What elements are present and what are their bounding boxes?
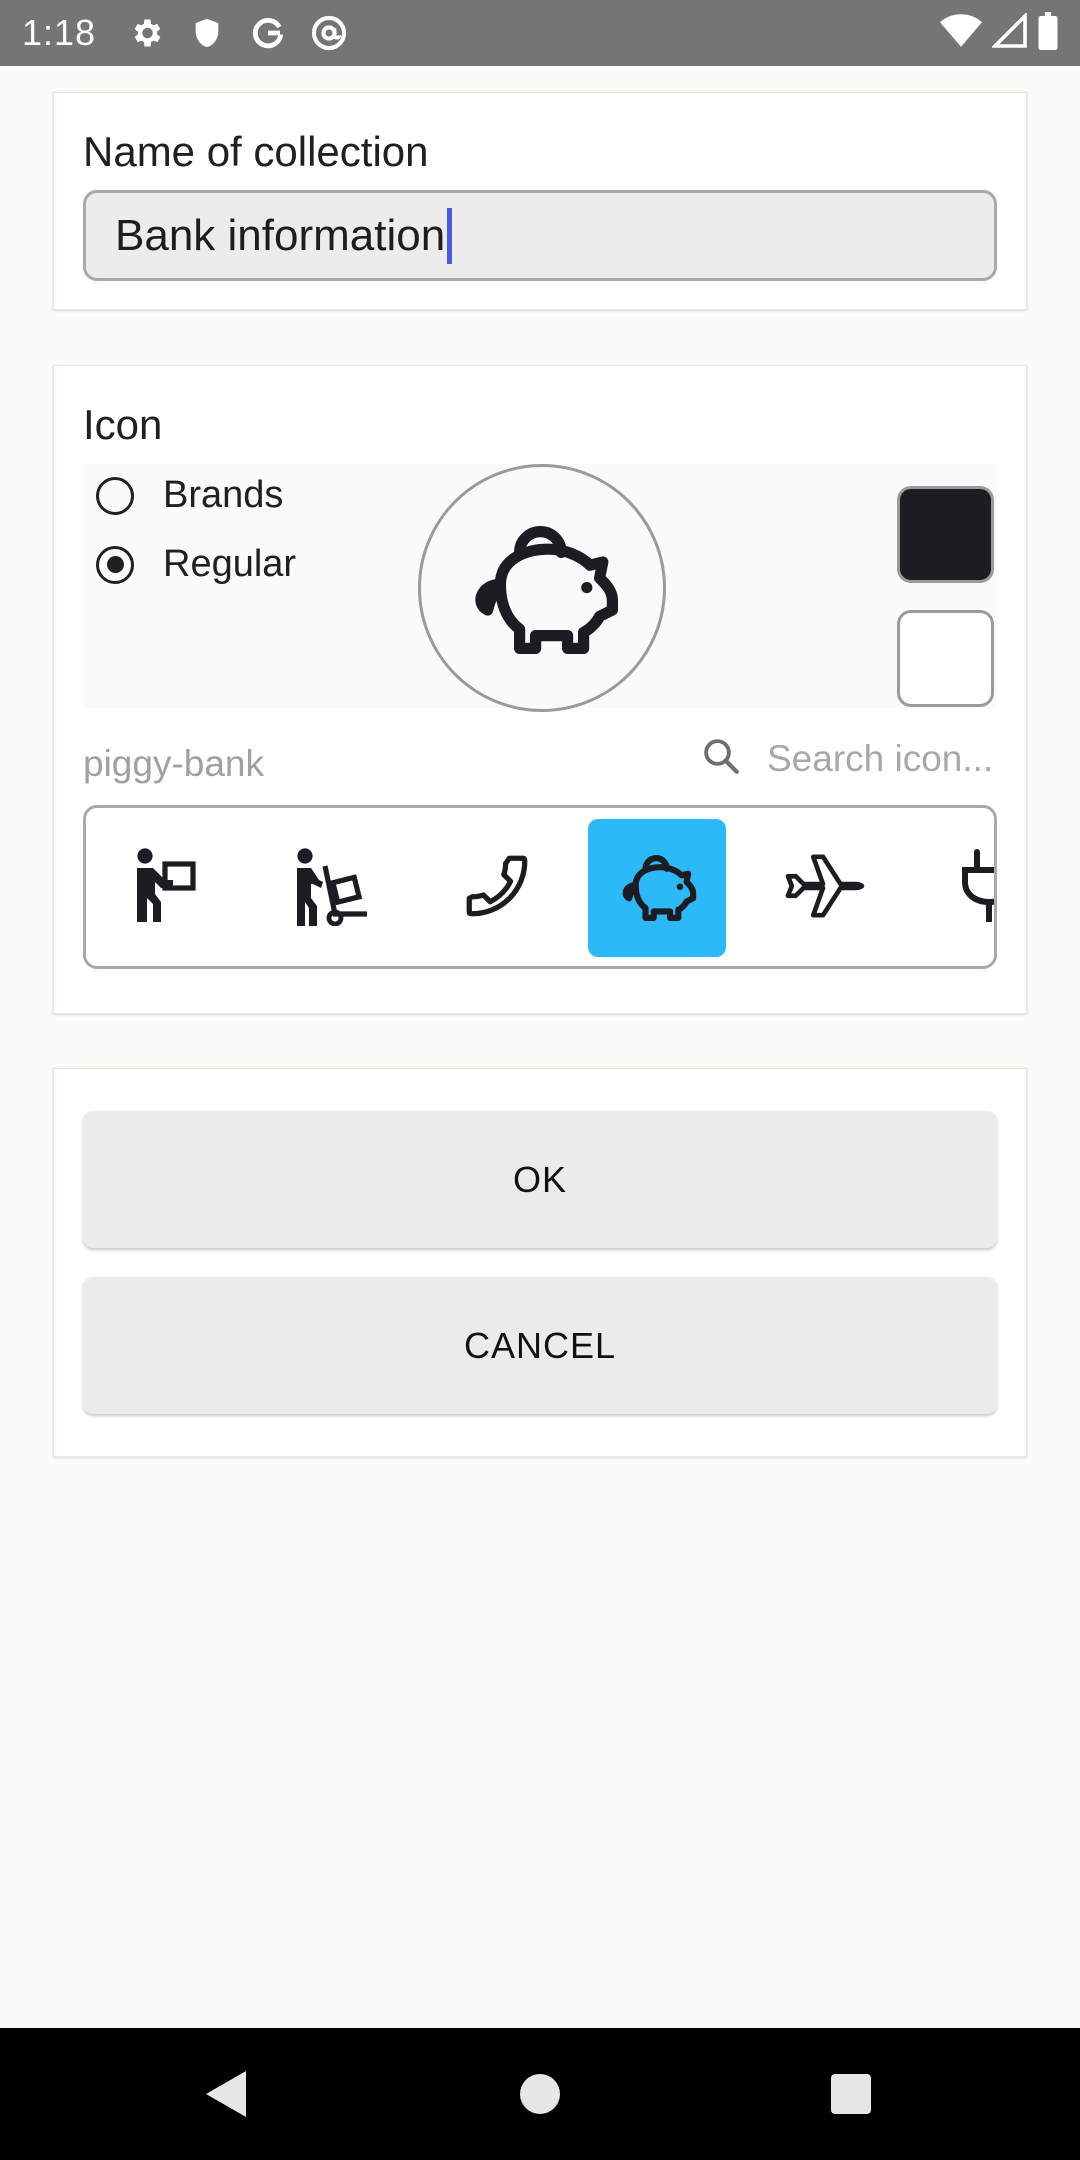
plug-icon [949,846,994,931]
radio-brands-indicator[interactable] [96,476,134,515]
icon-option-person-dolly[interactable] [262,819,400,957]
collection-name-label: Name of collection [83,128,429,175]
icon-picker-strip[interactable] [83,805,997,969]
icon-config-area: Brands Regular [83,464,997,712]
radio-brands[interactable]: Brands [96,474,283,517]
piggy-bank-icon [616,849,698,928]
background-color-swatch[interactable] [897,610,994,707]
icon-section-label: Icon [83,401,163,448]
radio-regular-label: Regular [163,543,297,585]
status-bar: 1:18 [0,0,1080,66]
foreground-color-swatch[interactable] [897,486,994,583]
battery-icon [1038,11,1058,55]
icon-option-person-carry-box[interactable] [96,819,234,957]
icon-card: Icon Brands Regular piggy-bank Search ic… [53,365,1027,1014]
radio-brands-label: Brands [163,474,284,516]
piggy-bank-icon [462,514,622,663]
icon-option-plane[interactable] [754,819,892,957]
icon-option-phone[interactable] [428,819,566,957]
phone-icon [460,849,534,928]
person-dolly-icon [291,846,371,931]
person-carry-box-icon [129,846,201,931]
radio-regular-indicator[interactable] [96,545,134,584]
radio-regular[interactable]: Regular [96,543,296,586]
ok-button[interactable]: OK [83,1111,997,1248]
icon-option-plug[interactable] [920,819,994,957]
shield-icon [187,13,227,53]
actions-card: OK CANCEL [53,1068,1027,1457]
wifi-icon [940,13,982,54]
cancel-button[interactable]: CANCEL [83,1277,997,1414]
icon-option-piggy-bank[interactable] [588,819,726,957]
selected-icon-name: piggy-bank [83,743,265,784]
collection-name-input[interactable]: Bank information [83,190,997,281]
home-icon[interactable] [510,2064,570,2124]
gear-icon [126,13,166,53]
text-cursor [447,207,453,264]
plane-icon [780,849,866,928]
icon-preview [418,464,666,712]
search-icon[interactable] [700,735,742,782]
back-icon[interactable] [196,2064,256,2124]
status-time: 1:18 [22,12,97,53]
navigation-bar [0,2028,1080,2160]
icon-search-input[interactable] [767,737,997,780]
icon-search [700,735,997,782]
google-icon [248,13,288,53]
collection-name-value: Bank information [115,210,446,260]
collection-name-card: Name of collection Bank information [53,92,1027,310]
at-sign-icon [309,13,349,53]
signal-icon [990,11,1028,54]
recents-icon[interactable] [821,2064,881,2124]
